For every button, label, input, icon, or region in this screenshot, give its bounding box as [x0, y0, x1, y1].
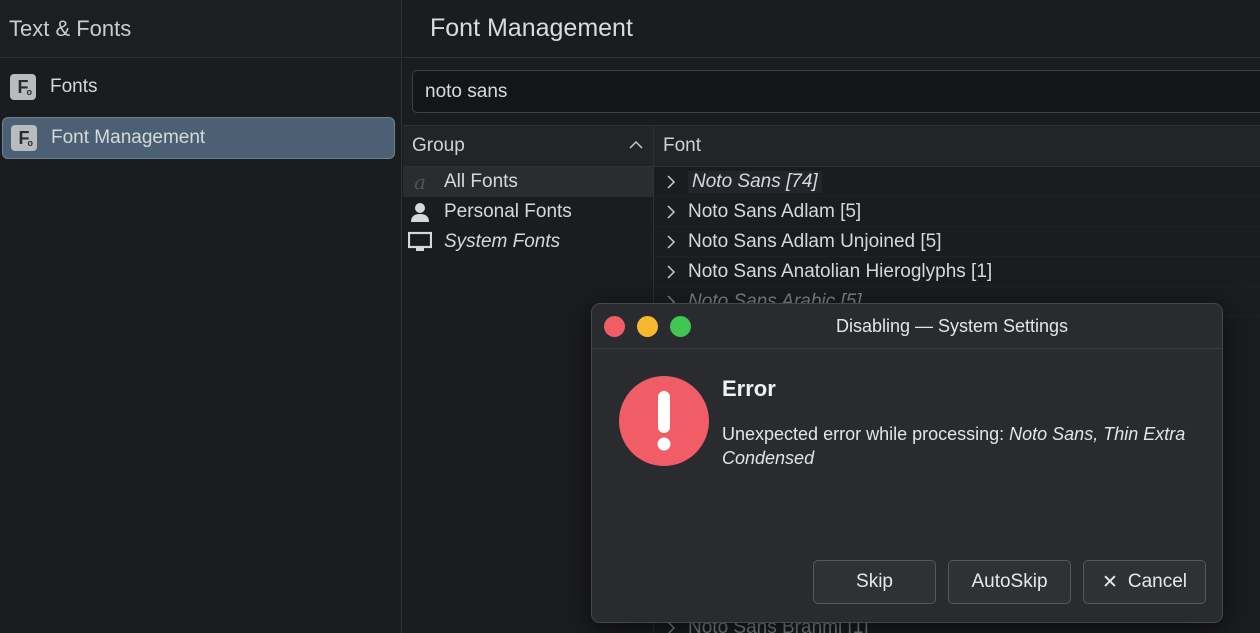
search-input[interactable]: noto sans [412, 70, 1260, 113]
font-row[interactable]: Noto Sans Anatolian Hieroglyphs [1] [654, 257, 1260, 287]
chevron-right-icon [667, 204, 676, 219]
maximize-window-button[interactable] [670, 316, 691, 337]
sidebar-title: Text & Fonts [0, 0, 401, 58]
svg-text:a: a [414, 171, 426, 193]
sidebar-list: Fo Fonts Fo Font Management [0, 58, 401, 159]
person-icon [408, 200, 432, 224]
autoskip-button-label: AutoSkip [971, 571, 1048, 592]
skip-button[interactable]: Skip [813, 560, 936, 604]
error-icon [619, 376, 709, 466]
dialog-titlebar[interactable]: Disabling — System Settings [592, 304, 1222, 349]
group-row-label: System Fonts [444, 231, 561, 252]
autoskip-button[interactable]: AutoSkip [948, 560, 1071, 604]
page-title: Font Management [403, 0, 1260, 58]
minimize-window-button[interactable] [637, 316, 658, 337]
sidebar-item-font-management[interactable]: Fo Font Management [2, 117, 395, 159]
group-row-label: Personal Fonts [444, 201, 572, 222]
font-row[interactable]: Noto Sans Adlam Unjoined [5] [654, 227, 1260, 257]
chevron-right-icon [667, 264, 676, 279]
system-settings-window: Text & Fonts Fo Fonts Fo Font Management… [0, 0, 1260, 633]
font-row-label: Noto Sans Anatolian Hieroglyphs [1] [688, 260, 993, 282]
font-column-header[interactable]: Font [654, 126, 1260, 167]
error-message-prefix: Unexpected error while processing: [722, 424, 1010, 444]
window-controls [604, 316, 691, 337]
chevron-right-icon [667, 174, 676, 189]
sidebar-item-label: Fonts [50, 76, 98, 97]
font-row-label: Noto Sans Adlam [5] [688, 200, 862, 222]
chevron-right-icon [667, 234, 676, 249]
group-row-system-fonts[interactable]: System Fonts [403, 227, 653, 257]
font-header-label: Font [663, 135, 702, 156]
monitor-icon [408, 230, 432, 254]
close-window-button[interactable] [604, 316, 625, 337]
skip-button-label: Skip [856, 571, 893, 592]
error-dialog: Disabling — System Settings Error Unexpe… [591, 303, 1223, 623]
font-app-icon: Fo [10, 74, 36, 100]
group-column-header[interactable]: Group [403, 126, 653, 167]
font-row-label: Noto Sans Adlam Unjoined [5] [688, 230, 942, 252]
font-row-label: Noto Sans [74] [688, 170, 822, 193]
error-message: Unexpected error while processing: Noto … [722, 422, 1192, 470]
group-row-all-fonts[interactable]: a All Fonts [403, 167, 653, 197]
all-fonts-icon: a [408, 170, 432, 194]
cancel-button[interactable]: ✕ Cancel [1083, 560, 1206, 604]
font-row[interactable]: Noto Sans [74] [654, 167, 1260, 197]
cancel-button-label: Cancel [1127, 571, 1188, 592]
group-header-label: Group [412, 135, 465, 156]
sidebar-item-fonts[interactable]: Fo Fonts [2, 66, 395, 108]
font-app-icon: Fo [11, 125, 37, 151]
font-row[interactable]: Noto Sans Adlam [5] [654, 197, 1260, 227]
close-icon: ✕ [1101, 571, 1118, 593]
error-heading: Error [722, 376, 776, 401]
sidebar-item-label: Font Management [51, 127, 206, 148]
group-row-personal-fonts[interactable]: Personal Fonts [403, 197, 653, 227]
chevron-up-icon [629, 140, 643, 149]
sidebar: Text & Fonts Fo Fonts Fo Font Management [0, 0, 402, 633]
group-row-label: All Fonts [444, 171, 518, 192]
